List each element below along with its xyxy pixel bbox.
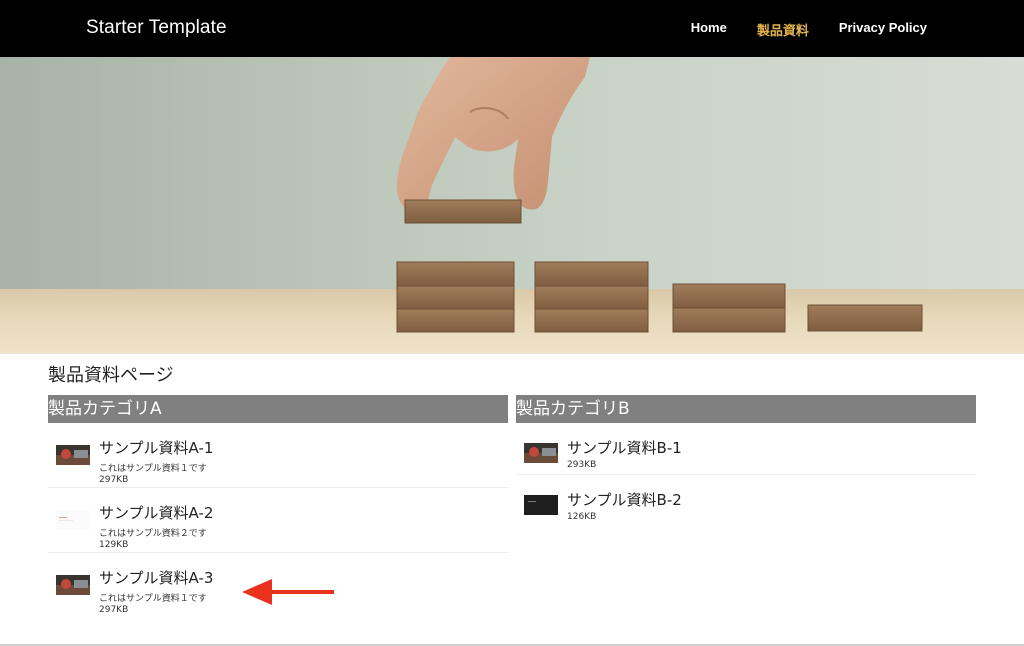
photo-thumb-icon bbox=[56, 445, 90, 465]
brand-link[interactable]: Starter Template bbox=[86, 17, 227, 39]
list-item[interactable]: サンプル資料B-2 126KB bbox=[516, 475, 976, 527]
item-size: 126KB bbox=[567, 512, 597, 522]
list-item[interactable]: サンプル資料A-1 これはサンプル資料１です 297KB bbox=[48, 423, 508, 488]
list-item[interactable]: サンプル資料A-2 これはサンプル資料２です 129KB bbox=[48, 488, 508, 553]
category-heading: 製品カテゴリA bbox=[48, 395, 508, 423]
item-title[interactable]: サンプル資料A-1 bbox=[99, 437, 213, 458]
item-size: 129KB bbox=[99, 540, 129, 550]
item-title[interactable]: サンプル資料B-2 bbox=[567, 489, 682, 510]
nav-product-docs[interactable]: 製品資料 bbox=[757, 20, 809, 39]
item-title[interactable]: サンプル資料A-2 bbox=[99, 502, 213, 523]
item-size: 297KB bbox=[99, 475, 129, 485]
dark-slide-thumb-icon bbox=[524, 495, 558, 515]
hero-illustration bbox=[396, 57, 923, 333]
category-b: 製品カテゴリB サンプル資料B-1 293KB サンプル資料B-2 126KB bbox=[516, 395, 976, 527]
item-description: これはサンプル資料１です bbox=[99, 464, 207, 474]
navbar: Starter Template Home 製品資料 Privacy Polic… bbox=[0, 0, 1024, 57]
hero-image bbox=[0, 57, 1024, 354]
document-thumb-icon bbox=[56, 510, 90, 530]
item-title[interactable]: サンプル資料A-3 bbox=[99, 567, 213, 588]
item-title[interactable]: サンプル資料B-1 bbox=[567, 437, 682, 458]
item-size: 297KB bbox=[99, 605, 129, 615]
nav-home[interactable]: Home bbox=[691, 20, 727, 39]
photo-thumb-icon bbox=[524, 443, 558, 463]
list-item[interactable]: サンプル資料B-1 293KB bbox=[516, 423, 976, 475]
item-description: これはサンプル資料２です bbox=[99, 529, 207, 539]
red-arrow-left-icon bbox=[242, 579, 334, 605]
item-description: これはサンプル資料１です bbox=[99, 594, 207, 604]
photo-thumb-icon bbox=[56, 575, 90, 595]
nav-links: Home 製品資料 Privacy Policy bbox=[661, 20, 927, 39]
category-heading: 製品カテゴリB bbox=[516, 395, 976, 423]
nav-privacy-policy[interactable]: Privacy Policy bbox=[839, 20, 927, 39]
page-title: 製品資料ページ bbox=[48, 365, 174, 386]
item-size: 293KB bbox=[567, 460, 597, 470]
